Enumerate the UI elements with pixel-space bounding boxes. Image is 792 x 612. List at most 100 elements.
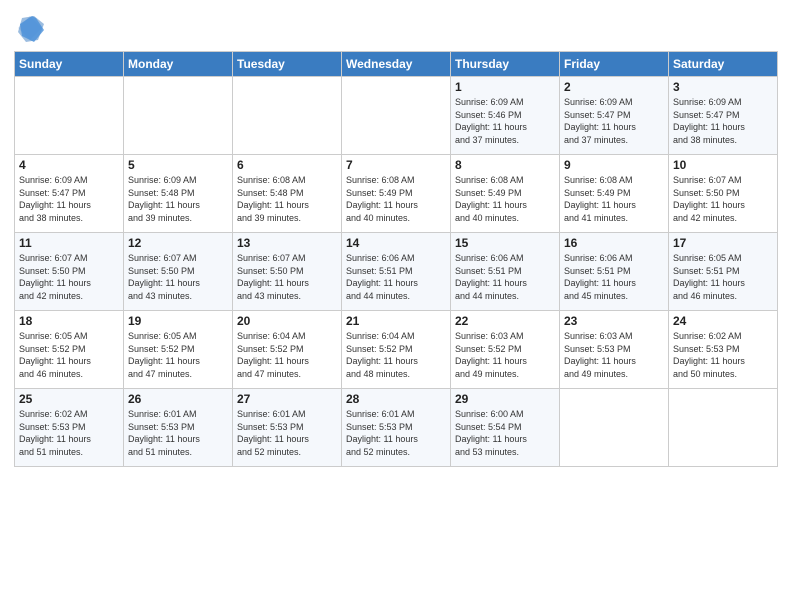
day-number: 16 (564, 236, 664, 250)
day-info: Sunrise: 6:01 AM Sunset: 5:53 PM Dayligh… (346, 408, 446, 458)
header (14, 10, 778, 47)
week-row-3: 11 Sunrise: 6:07 AM Sunset: 5:50 PM Dayli… (15, 233, 778, 311)
day-number: 9 (564, 158, 664, 172)
day-info: Sunrise: 6:01 AM Sunset: 5:53 PM Dayligh… (128, 408, 228, 458)
logo (14, 14, 44, 47)
day-number: 22 (455, 314, 555, 328)
day-number: 4 (19, 158, 119, 172)
week-row-4: 18 Sunrise: 6:05 AM Sunset: 5:52 PM Dayli… (15, 311, 778, 389)
calendar-cell: 12 Sunrise: 6:07 AM Sunset: 5:50 PM Dayli… (124, 233, 233, 311)
calendar-cell: 16Sunrise: 6:06 AM Sunset: 5:51 PM Dayli… (560, 233, 669, 311)
calendar-cell: 9 Sunrise: 6:08 AM Sunset: 5:49 PM Daylig… (560, 155, 669, 233)
day-info: Sunrise: 6:07 AM Sunset: 5:50 PM Dayligh… (128, 252, 228, 302)
day-info: Sunrise: 6:05 AM Sunset: 5:52 PM Dayligh… (19, 330, 119, 380)
day-info: Sunrise: 6:03 AM Sunset: 5:52 PM Dayligh… (455, 330, 555, 380)
day-info: Sunrise: 6:09 AM Sunset: 5:47 PM Dayligh… (673, 96, 773, 146)
calendar-cell (669, 389, 778, 467)
day-number: 27 (237, 392, 337, 406)
day-info: Sunrise: 6:04 AM Sunset: 5:52 PM Dayligh… (346, 330, 446, 380)
day-info: Sunrise: 6:07 AM Sunset: 5:50 PM Dayligh… (237, 252, 337, 302)
day-number: 6 (237, 158, 337, 172)
day-info: Sunrise: 6:09 AM Sunset: 5:47 PM Dayligh… (564, 96, 664, 146)
calendar-cell: 21 Sunrise: 6:04 AM Sunset: 5:52 PM Dayli… (342, 311, 451, 389)
week-row-5: 25 Sunrise: 6:02 AM Sunset: 5:53 PM Dayli… (15, 389, 778, 467)
calendar-cell: 25 Sunrise: 6:02 AM Sunset: 5:53 PM Dayli… (15, 389, 124, 467)
day-number: 29 (455, 392, 555, 406)
calendar-cell: 27Sunrise: 6:01 AM Sunset: 5:53 PM Dayli… (233, 389, 342, 467)
page: SundayMondayTuesdayWednesdayThursdayFrid… (0, 0, 792, 473)
day-info: Sunrise: 6:09 AM Sunset: 5:47 PM Dayligh… (19, 174, 119, 224)
day-number: 11 (19, 236, 119, 250)
day-number: 21 (346, 314, 446, 328)
calendar-cell: 24Sunrise: 6:02 AM Sunset: 5:53 PM Dayli… (669, 311, 778, 389)
day-info: Sunrise: 6:05 AM Sunset: 5:51 PM Dayligh… (673, 252, 773, 302)
calendar-cell: 23 Sunrise: 6:03 AM Sunset: 5:53 PM Dayli… (560, 311, 669, 389)
day-info: Sunrise: 6:08 AM Sunset: 5:49 PM Dayligh… (455, 174, 555, 224)
day-number: 14 (346, 236, 446, 250)
day-info: Sunrise: 6:07 AM Sunset: 5:50 PM Dayligh… (19, 252, 119, 302)
day-number: 2 (564, 80, 664, 94)
day-number: 10 (673, 158, 773, 172)
weekday-header-tuesday: Tuesday (233, 52, 342, 77)
weekday-header-monday: Monday (124, 52, 233, 77)
day-number: 13 (237, 236, 337, 250)
day-info: Sunrise: 6:09 AM Sunset: 5:46 PM Dayligh… (455, 96, 555, 146)
calendar-cell: 6 Sunrise: 6:08 AM Sunset: 5:48 PM Daylig… (233, 155, 342, 233)
calendar-cell: 17 Sunrise: 6:05 AM Sunset: 5:51 PM Dayli… (669, 233, 778, 311)
calendar-cell: 2 Sunrise: 6:09 AM Sunset: 5:47 PM Daylig… (560, 77, 669, 155)
calendar-cell: 3 Sunrise: 6:09 AM Sunset: 5:47 PM Daylig… (669, 77, 778, 155)
calendar-cell: 1 Sunrise: 6:09 AM Sunset: 5:46 PM Daylig… (451, 77, 560, 155)
week-row-2: 4 Sunrise: 6:09 AM Sunset: 5:47 PM Daylig… (15, 155, 778, 233)
day-number: 24 (673, 314, 773, 328)
weekday-header-wednesday: Wednesday (342, 52, 451, 77)
day-number: 25 (19, 392, 119, 406)
calendar-cell: 26 Sunrise: 6:01 AM Sunset: 5:53 PM Dayli… (124, 389, 233, 467)
day-info: Sunrise: 6:02 AM Sunset: 5:53 PM Dayligh… (19, 408, 119, 458)
calendar-cell: 18 Sunrise: 6:05 AM Sunset: 5:52 PM Dayli… (15, 311, 124, 389)
day-info: Sunrise: 6:09 AM Sunset: 5:48 PM Dayligh… (128, 174, 228, 224)
day-number: 15 (455, 236, 555, 250)
calendar-cell: 10Sunrise: 6:07 AM Sunset: 5:50 PM Dayli… (669, 155, 778, 233)
calendar-cell: 28 Sunrise: 6:01 AM Sunset: 5:53 PM Dayli… (342, 389, 451, 467)
calendar-cell (560, 389, 669, 467)
day-number: 7 (346, 158, 446, 172)
day-info: Sunrise: 6:08 AM Sunset: 5:48 PM Dayligh… (237, 174, 337, 224)
calendar-cell: 19 Sunrise: 6:05 AM Sunset: 5:52 PM Dayli… (124, 311, 233, 389)
calendar-cell (15, 77, 124, 155)
calendar-cell: 5 Sunrise: 6:09 AM Sunset: 5:48 PM Daylig… (124, 155, 233, 233)
day-number: 26 (128, 392, 228, 406)
calendar-cell: 29 Sunrise: 6:00 AM Sunset: 5:54 PM Dayli… (451, 389, 560, 467)
week-row-1: 1 Sunrise: 6:09 AM Sunset: 5:46 PM Daylig… (15, 77, 778, 155)
calendar-cell: 13 Sunrise: 6:07 AM Sunset: 5:50 PM Dayli… (233, 233, 342, 311)
day-number: 17 (673, 236, 773, 250)
day-number: 5 (128, 158, 228, 172)
day-info: Sunrise: 6:04 AM Sunset: 5:52 PM Dayligh… (237, 330, 337, 380)
day-number: 28 (346, 392, 446, 406)
day-number: 8 (455, 158, 555, 172)
day-info: Sunrise: 6:08 AM Sunset: 5:49 PM Dayligh… (564, 174, 664, 224)
day-number: 12 (128, 236, 228, 250)
day-number: 20 (237, 314, 337, 328)
day-number: 1 (455, 80, 555, 94)
calendar-cell (124, 77, 233, 155)
calendar-cell: 8 Sunrise: 6:08 AM Sunset: 5:49 PM Daylig… (451, 155, 560, 233)
calendar-cell: 22 Sunrise: 6:03 AM Sunset: 5:52 PM Dayli… (451, 311, 560, 389)
weekday-header-row: SundayMondayTuesdayWednesdayThursdayFrid… (15, 52, 778, 77)
calendar-cell: 20 Sunrise: 6:04 AM Sunset: 5:52 PM Dayli… (233, 311, 342, 389)
day-info: Sunrise: 6:05 AM Sunset: 5:52 PM Dayligh… (128, 330, 228, 380)
day-number: 23 (564, 314, 664, 328)
day-number: 3 (673, 80, 773, 94)
day-number: 19 (128, 314, 228, 328)
calendar-cell: 7 Sunrise: 6:08 AM Sunset: 5:49 PM Daylig… (342, 155, 451, 233)
weekday-header-saturday: Saturday (669, 52, 778, 77)
calendar-cell (342, 77, 451, 155)
weekday-header-sunday: Sunday (15, 52, 124, 77)
day-info: Sunrise: 6:08 AM Sunset: 5:49 PM Dayligh… (346, 174, 446, 224)
logo-icon (16, 14, 44, 42)
day-info: Sunrise: 6:00 AM Sunset: 5:54 PM Dayligh… (455, 408, 555, 458)
calendar-cell: 11 Sunrise: 6:07 AM Sunset: 5:50 PM Dayli… (15, 233, 124, 311)
weekday-header-friday: Friday (560, 52, 669, 77)
calendar: SundayMondayTuesdayWednesdayThursdayFrid… (14, 51, 778, 467)
day-info: Sunrise: 6:03 AM Sunset: 5:53 PM Dayligh… (564, 330, 664, 380)
day-number: 18 (19, 314, 119, 328)
